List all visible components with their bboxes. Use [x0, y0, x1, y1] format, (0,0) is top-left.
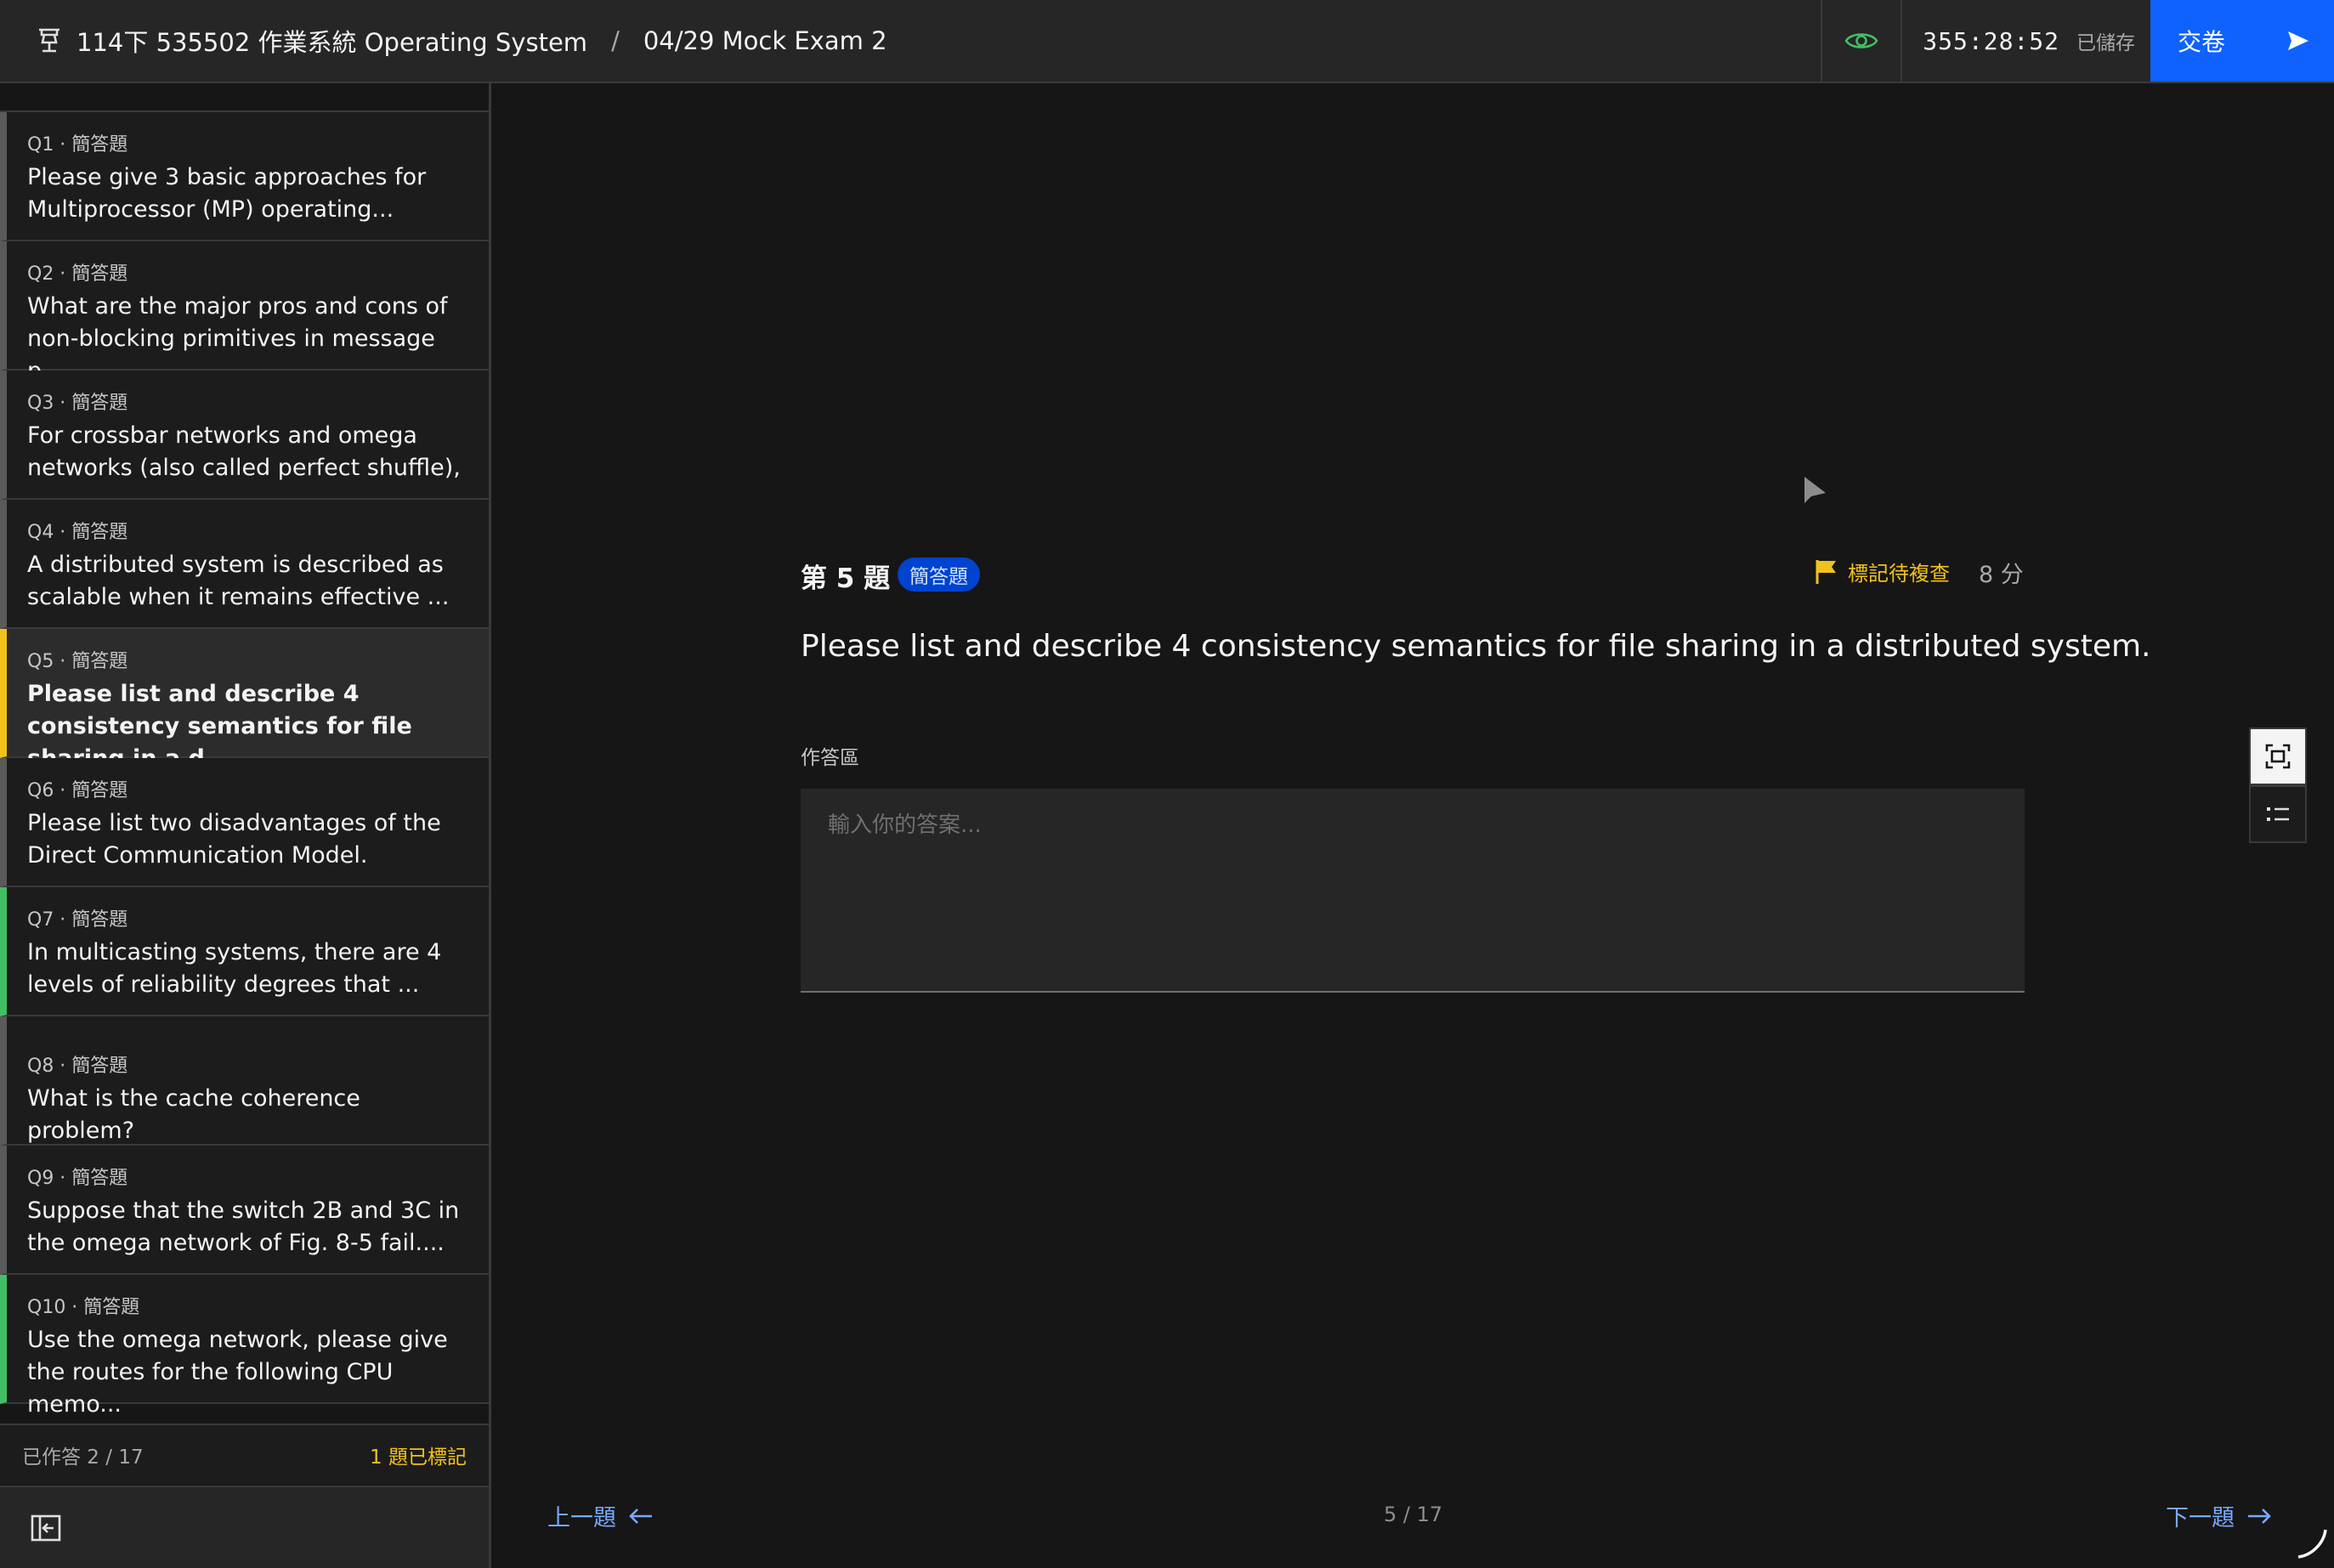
question-meta: Q1 · 簡答題: [27, 134, 128, 156]
question-list-item-9[interactable]: Q9 · 簡答題 Suppose that the switch 2B and …: [0, 1146, 489, 1275]
question-sidebar: Q1 · 簡答題 Please give 3 basic approaches …: [0, 83, 491, 1568]
question-text: Please list and describe 4 consistency s…: [801, 629, 2151, 664]
eye-icon: [1844, 33, 1878, 48]
question-list-item-3[interactable]: Q3 · 簡答題 For crossbar networks and omega…: [0, 371, 489, 513]
question-meta: Q4 · 簡答題: [27, 522, 128, 543]
progress-summary: 已作答 2 / 17 1 題已標記: [0, 1424, 489, 1485]
tower-logo-icon: [39, 28, 59, 53]
answered-count: 已作答 2 / 17: [22, 1446, 144, 1469]
question-list-item-8[interactable]: Q8 · 簡答題 What is the cache coherence pro…: [0, 1016, 489, 1146]
next-label: 下一題: [2166, 1505, 2235, 1531]
question-list-item-4[interactable]: Q4 · 簡答題 A distributed system is describ…: [0, 500, 489, 629]
loading-spinner-icon: [2297, 1529, 2327, 1559]
question-preview: What is the cache coherence problem?: [27, 1085, 360, 1144]
question-preview: In multicasting systems, there are 4 lev…: [27, 939, 442, 998]
breadcrumb-separator: /: [611, 26, 620, 55]
send-icon: [2288, 31, 2309, 50]
question-meta: Q8 · 簡答題: [27, 1056, 128, 1077]
question-score: 8 分: [1979, 562, 2024, 588]
question-preview: Please list two disadvantages of the Dir…: [27, 810, 441, 869]
header-actions: 355:28:52 已儲存 交卷: [1821, 0, 2334, 82]
question-meta: Q3 · 簡答題: [27, 393, 128, 414]
fullscreen-icon: [2265, 744, 2291, 769]
flag-label: 標記待複查: [1848, 562, 1950, 586]
question-preview: Use the omega network, please give the r…: [27, 1327, 448, 1418]
previous-question-button[interactable]: 上一題: [547, 1499, 654, 1532]
top-bar: 114下 535502 作業系統 Operating System / 04/2…: [0, 0, 2334, 83]
flag-for-review-button[interactable]: 標記待複查: [1814, 557, 1950, 586]
breadcrumb-course[interactable]: 114下 535502 作業系統 Operating System: [76, 23, 587, 59]
flagged-count: 1 題已標記: [370, 1446, 467, 1469]
mouse-cursor-icon: [1804, 477, 1826, 503]
submit-label: 交卷: [2178, 28, 2226, 56]
sidebar-footer: [0, 1486, 489, 1568]
question-list-button[interactable]: [2249, 785, 2307, 843]
answer-area-label: 作答區: [801, 747, 859, 769]
answer-input[interactable]: [801, 789, 2025, 993]
fullscreen-button[interactable]: [2249, 727, 2307, 785]
question-meta: Q9 · 簡答題: [27, 1168, 128, 1189]
question-list-item-10[interactable]: Q10 · 簡答題 Use the omega network, please …: [0, 1275, 489, 1418]
save-status: 已儲存: [2076, 32, 2135, 54]
list-icon: [2267, 807, 2289, 821]
question-list-item-1[interactable]: Q1 · 簡答題 Please give 3 basic approaches …: [0, 112, 489, 241]
question-list-item-2[interactable]: Q2 · 簡答題 What are the major pros and con…: [0, 241, 489, 384]
question-list[interactable]: Q1 · 簡答題 Please give 3 basic approaches …: [0, 110, 489, 1489]
page-counter: 5 / 17: [1384, 1503, 1443, 1526]
previous-label: 上一題: [547, 1505, 616, 1531]
preview-button[interactable]: [1821, 0, 1903, 82]
arrow-right-icon: [2248, 1508, 2271, 1524]
flag-icon: [1816, 559, 1836, 584]
question-preview: A distributed system is described as sca…: [27, 552, 450, 610]
question-meta: Q5 · 簡答題: [27, 651, 128, 672]
question-meta: Q10 · 簡答題: [27, 1297, 140, 1318]
arrow-left-icon: [629, 1508, 652, 1524]
submit-exam-button[interactable]: 交卷: [2150, 0, 2334, 82]
collapse-sidebar-icon[interactable]: [31, 1514, 61, 1542]
question-type-badge: 簡答題: [898, 558, 980, 592]
breadcrumb-exam: 04/29 Mock Exam 2: [643, 26, 887, 55]
next-question-button[interactable]: 下一題: [2166, 1499, 2272, 1532]
question-list-item-7[interactable]: Q7 · 簡答題 In multicasting systems, there …: [0, 887, 489, 1016]
countdown-timer: 355:28:52: [1923, 26, 2059, 55]
question-preview: Please give 3 basic approaches for Multi…: [27, 164, 427, 223]
question-number: 第 5 題: [801, 563, 891, 594]
question-list-item-6[interactable]: Q6 · 簡答題 Please list two disadvantages o…: [0, 758, 489, 887]
question-meta: Q2 · 簡答題: [27, 263, 128, 285]
question-preview: Suppose that the switch 2B and 3C in the…: [27, 1197, 460, 1256]
question-meta: Q6 · 簡答題: [27, 780, 128, 801]
question-meta: Q7 · 簡答題: [27, 909, 128, 931]
question-list-item-5[interactable]: Q5 · 簡答題 Please list and describe 4 cons…: [0, 629, 489, 772]
